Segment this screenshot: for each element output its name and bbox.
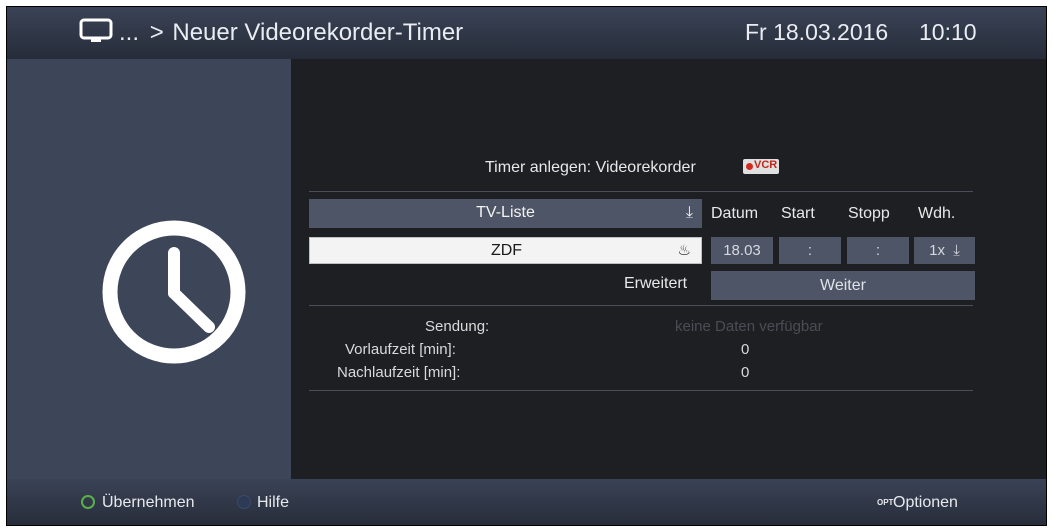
vcr-badge: VCR	[743, 159, 779, 174]
vorlauf-value: 0	[741, 341, 750, 358]
footer-bar: Übernehmen Hilfe OPT Optionen	[7, 479, 1046, 525]
breadcrumb-prefix: ...	[119, 19, 140, 46]
stop-field[interactable]: :	[847, 237, 909, 264]
divider	[309, 305, 973, 306]
download-arrow-icon: ⤓	[685, 204, 693, 221]
sendung-value: keine Daten verfügbar	[675, 318, 823, 335]
date-field[interactable]: 18.03	[711, 237, 773, 264]
list-select[interactable]: TV-Liste ⤓	[309, 199, 702, 228]
title-text: Neuer Videorekorder-Timer	[172, 19, 464, 46]
sendung-label: Sendung:	[425, 318, 490, 335]
vcr-badge-label: VCR	[754, 159, 778, 171]
header-bar: ... > Neuer Videorekorder-Timer Fr 18.03…	[7, 7, 1046, 59]
divider	[309, 191, 973, 192]
header-date: Fr 18.03.2016	[745, 19, 889, 45]
col-start: Start	[781, 205, 815, 222]
blue-button-icon	[237, 495, 251, 509]
opt-icon: OPT	[877, 498, 894, 507]
tv-icon	[79, 18, 113, 42]
page-title: ... > Neuer Videorekorder-Timer	[119, 19, 463, 47]
col-stopp: Stopp	[848, 205, 890, 222]
col-wdh: Wdh.	[918, 205, 956, 222]
app-window: ... > Neuer Videorekorder-Timer Fr 18.03…	[6, 6, 1047, 526]
erweitert-label: Erweitert	[624, 275, 688, 292]
list-select-label: TV-Liste	[476, 204, 535, 221]
channel-select-label: ZDF	[490, 242, 523, 259]
left-panel	[7, 59, 291, 479]
clock-icon	[102, 220, 246, 364]
channel-select[interactable]: ZDF ♨	[309, 237, 702, 264]
start-field[interactable]: :	[779, 237, 841, 264]
nachlauf-label: Nachlaufzeit [min]:	[337, 364, 461, 381]
download-arrow-icon: ⤓	[953, 242, 960, 259]
record-dot-icon	[746, 163, 753, 170]
weiter-button[interactable]: Weiter	[711, 271, 975, 300]
divider	[309, 390, 973, 391]
breadcrumb-separator: >	[149, 19, 164, 46]
col-datum: Datum	[711, 205, 759, 222]
options-action[interactable]: Optionen	[893, 494, 958, 512]
repeat-value: 1x	[929, 242, 946, 259]
green-button-icon	[81, 495, 95, 509]
apply-action[interactable]: Übernehmen	[102, 494, 195, 512]
vorlauf-label: Vorlaufzeit [min]:	[345, 341, 456, 358]
form-heading: Timer anlegen: Videorekorder	[485, 159, 696, 176]
header-time: 10:10	[919, 19, 977, 45]
nachlauf-value: 0	[741, 364, 750, 381]
timer-form: Timer anlegen: Videorekorder VCR TV-List…	[291, 59, 1046, 479]
help-action[interactable]: Hilfe	[257, 494, 289, 512]
record-icon: ♨	[677, 242, 691, 259]
repeat-field[interactable]: 1x ⤓	[914, 237, 975, 264]
